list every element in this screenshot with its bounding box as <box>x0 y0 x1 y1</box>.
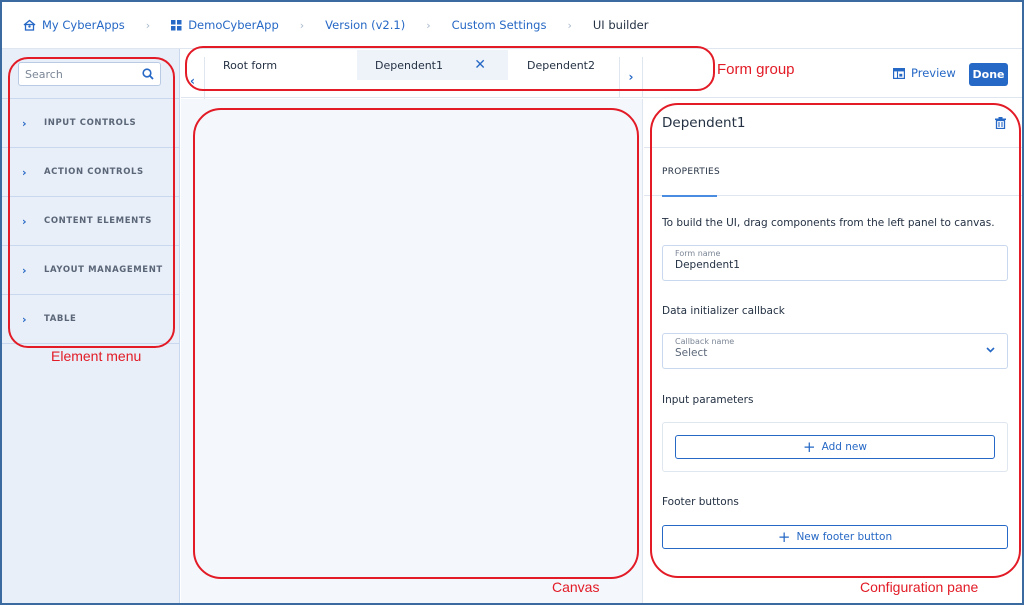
breadcrumb-ui-builder: UI builder <box>593 18 649 32</box>
chevron-right-icon: › <box>22 214 27 228</box>
search-box <box>18 62 161 86</box>
menu-item-label: LAYOUT MANAGEMENT <box>44 265 163 275</box>
menu-item-layout-management[interactable]: › LAYOUT MANAGEMENT <box>2 246 179 295</box>
add-new-parameter-button[interactable]: + Add new <box>675 435 995 459</box>
chevron-left-icon: ‹ <box>190 74 195 88</box>
menu-item-label: CONTENT ELEMENTS <box>44 216 152 226</box>
add-new-label: Add new <box>821 441 867 453</box>
callback-name-select[interactable]: Callback name Select <box>662 333 1008 369</box>
close-icon[interactable]: ✕ <box>474 57 486 73</box>
chevron-right-icon: › <box>22 116 27 130</box>
canvas-annotation-label: Canvas <box>552 579 600 595</box>
preview-icon <box>893 67 905 79</box>
home-icon <box>23 19 36 31</box>
element-menu-annotation-label: Element menu <box>51 348 142 364</box>
ui-builder-window: My CyberApps › DemoCyberApp › Version (v… <box>0 0 1024 605</box>
done-button[interactable]: Done <box>969 63 1008 86</box>
breadcrumb-my-cyberapps[interactable]: My CyberApps <box>23 18 125 32</box>
plus-icon: + <box>803 437 816 456</box>
chevron-right-icon: › <box>22 263 27 277</box>
menu-item-label: ACTION CONTROLS <box>44 167 144 177</box>
trash-icon[interactable] <box>995 117 1006 129</box>
chevron-right-icon: › <box>22 312 27 326</box>
plus-icon: + <box>777 527 791 546</box>
builder-hint: To build the UI, drag components from th… <box>662 217 995 229</box>
breadcrumb-separator: › <box>426 18 431 32</box>
data-initializer-heading: Data initializer callback <box>662 305 785 317</box>
new-footer-label: New footer button <box>796 531 893 543</box>
breadcrumb-label: Custom Settings <box>451 18 547 32</box>
breadcrumb-label: My CyberApps <box>42 18 125 32</box>
tab-dependent2[interactable]: Dependent2 <box>508 50 619 80</box>
menu-item-action-controls[interactable]: › ACTION CONTROLS <box>2 148 179 197</box>
tab-properties[interactable]: PROPERTIES <box>662 148 721 197</box>
breadcrumb-democyberapp[interactable]: DemoCyberApp <box>171 18 279 32</box>
config-body: To build the UI, drag components from th… <box>644 217 1022 549</box>
form-name-value[interactable]: Dependent1 <box>675 259 995 271</box>
tab-scroll-left-button[interactable]: ‹ <box>181 57 205 105</box>
breadcrumb-label: Version (v2.1) <box>325 18 406 32</box>
search-icon[interactable] <box>142 68 154 80</box>
search-input[interactable] <box>25 67 142 81</box>
grid-icon <box>171 19 182 31</box>
input-parameters-box: + Add new <box>662 422 1008 472</box>
preview-label: Preview <box>911 66 956 80</box>
breadcrumb-separator: › <box>145 18 151 32</box>
chevron-right-icon: › <box>628 70 634 84</box>
breadcrumb-label: UI builder <box>592 18 649 32</box>
tab-dependent1[interactable]: Dependent1 ✕ <box>357 50 508 80</box>
configuration-pane: Dependent1 PROPERTIES To build the UI, d… <box>644 99 1022 603</box>
breadcrumb: My CyberApps › DemoCyberApp › Version (v… <box>2 2 1022 49</box>
menu-item-input-controls[interactable]: › INPUT CONTROLS <box>2 99 179 148</box>
input-parameters-heading: Input parameters <box>662 394 754 406</box>
config-header: Dependent1 <box>644 99 1022 148</box>
preview-button[interactable]: Preview <box>893 66 956 80</box>
tab-scroll-right-button[interactable]: › <box>619 57 643 97</box>
chevron-down-icon <box>986 346 995 356</box>
canvas[interactable] <box>181 99 643 603</box>
callback-name-label: Callback name <box>675 337 735 346</box>
config-tabs: PROPERTIES <box>644 148 1022 197</box>
breadcrumb-version[interactable]: Version (v2.1) <box>325 18 405 32</box>
search-container <box>2 49 179 99</box>
menu-item-table[interactable]: › TABLE <box>2 295 179 344</box>
breadcrumb-separator: › <box>567 18 572 32</box>
tab-label: Dependent2 <box>527 58 595 72</box>
tab-root-form[interactable]: Root form <box>206 50 357 80</box>
form-name-field[interactable]: Form name Dependent1 <box>662 245 1008 281</box>
config-title: Dependent1 <box>662 115 746 131</box>
tab-label: Root form <box>223 58 278 72</box>
new-footer-button[interactable]: + New footer button <box>662 525 1008 549</box>
menu-item-label: INPUT CONTROLS <box>44 118 137 128</box>
form-name-label: Form name <box>675 249 721 258</box>
chevron-right-icon: › <box>22 165 27 179</box>
form-group-bar: ‹ Root form Dependent1 ✕ Dependent2 › Pr… <box>181 49 1022 105</box>
callback-name-value: Select <box>675 347 708 359</box>
menu-item-content-elements[interactable]: › CONTENT ELEMENTS <box>2 197 179 246</box>
footer-buttons-heading: Footer buttons <box>662 496 739 508</box>
menu-item-label: TABLE <box>44 314 77 324</box>
element-menu: › INPUT CONTROLS › ACTION CONTROLS › CON… <box>2 49 180 603</box>
form-group-annotation-label: Form group <box>717 61 795 78</box>
breadcrumb-label: DemoCyberApp <box>188 18 279 32</box>
tab-label: PROPERTIES <box>662 167 721 177</box>
configuration-pane-annotation-label: Configuration pane <box>860 579 979 595</box>
breadcrumb-separator: › <box>299 18 305 32</box>
tab-label: Dependent1 <box>375 58 443 72</box>
breadcrumb-custom-settings[interactable]: Custom Settings <box>452 18 547 32</box>
